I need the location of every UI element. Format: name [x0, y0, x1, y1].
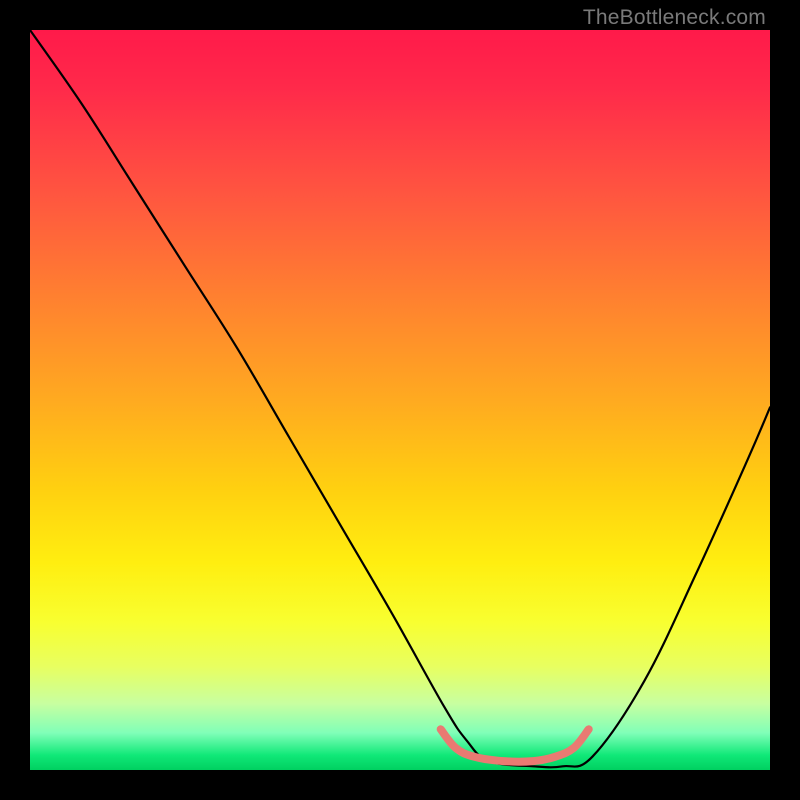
chart-frame: TheBottleneck.com: [0, 0, 800, 800]
watermark-text: TheBottleneck.com: [583, 6, 766, 30]
main-curve: [30, 30, 770, 767]
plot-area: [30, 30, 770, 770]
chart-svg: [30, 30, 770, 770]
